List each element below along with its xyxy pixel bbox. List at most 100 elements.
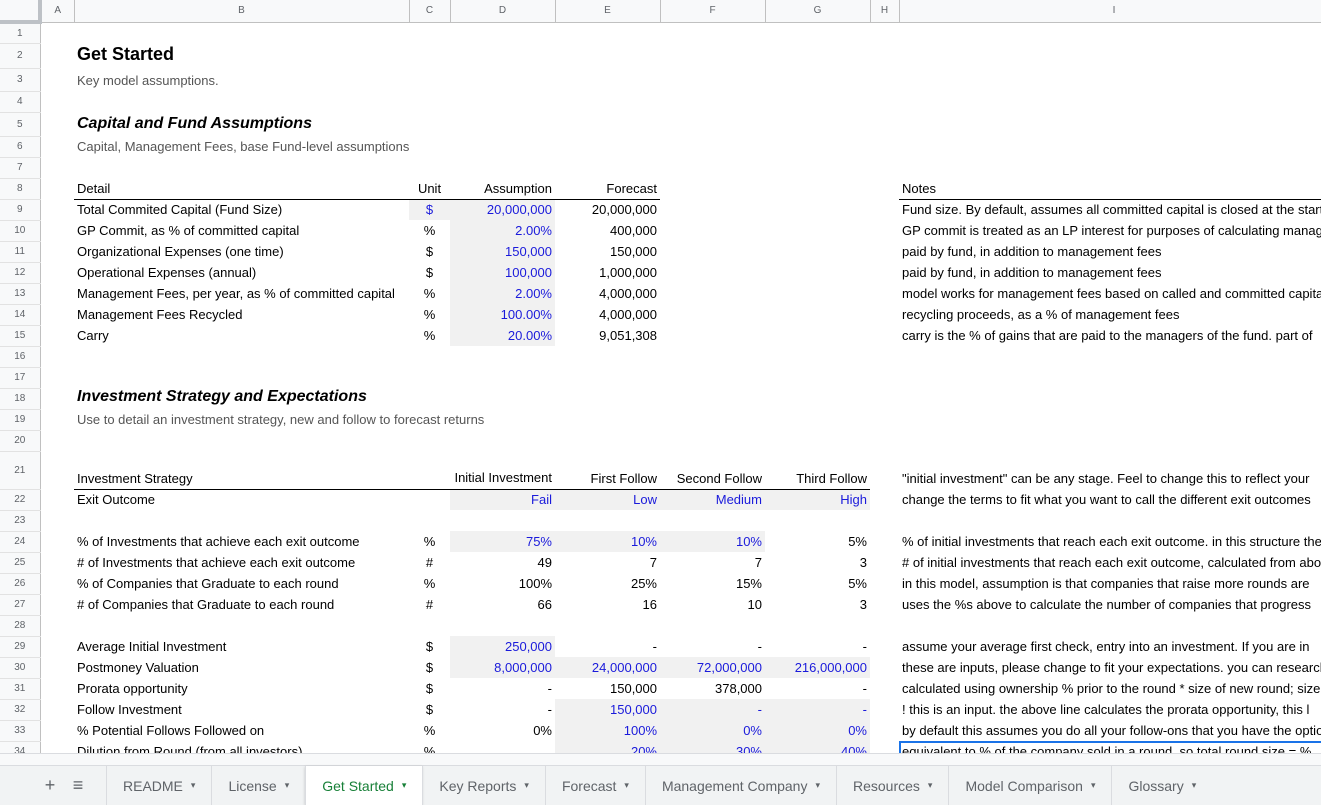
cell-G33[interactable]: 0% [765, 720, 870, 741]
cell-I18[interactable] [899, 388, 1321, 409]
cell-E11[interactable]: 150,000 [555, 241, 660, 262]
cell-A22[interactable] [40, 489, 74, 510]
cell-B26[interactable]: % of Companies that Graduate to each rou… [74, 573, 409, 594]
cell-D30[interactable]: 8,000,000 [450, 657, 555, 678]
cell-E28[interactable] [555, 615, 660, 636]
cell-H19[interactable] [870, 409, 899, 430]
cell-I31[interactable]: calculated using ownership % prior to th… [899, 678, 1321, 699]
sheet-tab-glossary[interactable]: Glossary ▾ [1111, 766, 1212, 805]
cell-B33[interactable]: % Potential Follows Followed on [74, 720, 409, 741]
cell-H33[interactable] [870, 720, 899, 741]
cell-E16[interactable] [555, 346, 660, 367]
cell-H4[interactable] [870, 91, 899, 112]
cell-E10[interactable]: 400,000 [555, 220, 660, 241]
row-header[interactable]: 2 [0, 43, 41, 69]
cell-I28[interactable] [899, 615, 1321, 636]
row-header[interactable]: 24 [0, 531, 41, 553]
cell-A7[interactable] [40, 157, 74, 178]
cell-I1[interactable] [899, 22, 1321, 43]
cell-C7[interactable] [409, 157, 450, 178]
cell-G25[interactable]: 3 [765, 552, 870, 573]
cell-A29[interactable] [40, 636, 74, 657]
cell-I4[interactable] [899, 91, 1321, 112]
cell-F1[interactable] [660, 22, 765, 43]
cell-G23[interactable] [765, 510, 870, 531]
cell-I33[interactable]: by default this assumes you do all your … [899, 720, 1321, 741]
cell-I32[interactable]: ! this is an input. the above line calcu… [899, 699, 1321, 720]
cell-A26[interactable] [40, 573, 74, 594]
cell-D11[interactable]: 150,000 [450, 241, 555, 262]
row-header[interactable]: 25 [0, 552, 41, 574]
cell-B29[interactable]: Average Initial Investment [74, 636, 409, 657]
cell-B23[interactable] [74, 510, 409, 531]
row-header[interactable]: 26 [0, 573, 41, 595]
cell-E6[interactable] [555, 136, 660, 157]
row-header[interactable]: 11 [0, 241, 41, 263]
cell-F12[interactable] [660, 262, 765, 283]
cell-B2[interactable]: Get Started [74, 43, 409, 68]
cell-D14[interactable]: 100.00% [450, 304, 555, 325]
cell-H11[interactable] [870, 241, 899, 262]
cell-I19[interactable] [899, 409, 1321, 430]
cell-H5[interactable] [870, 112, 899, 136]
cell-H27[interactable] [870, 594, 899, 615]
cell-A12[interactable] [40, 262, 74, 283]
cell-F16[interactable] [660, 346, 765, 367]
cell-G5[interactable] [765, 112, 870, 136]
cell-H25[interactable] [870, 552, 899, 573]
cell-G16[interactable] [765, 346, 870, 367]
cell-H23[interactable] [870, 510, 899, 531]
cell-D7[interactable] [450, 157, 555, 178]
row-header[interactable]: 32 [0, 699, 41, 721]
cell-B11[interactable]: Organizational Expenses (one time) [74, 241, 409, 262]
cell-I11[interactable]: paid by fund, in addition to management … [899, 241, 1321, 262]
cell-G6[interactable] [765, 136, 870, 157]
cell-A24[interactable] [40, 531, 74, 552]
row-header[interactable]: 20 [0, 430, 41, 452]
cell-B17[interactable] [74, 367, 409, 388]
row-header[interactable]: 3 [0, 68, 41, 92]
cell-B7[interactable] [74, 157, 409, 178]
cell-A28[interactable] [40, 615, 74, 636]
sheet-tab-readme[interactable]: README ▾ [106, 766, 211, 805]
row-header[interactable]: 22 [0, 489, 41, 511]
cell-I12[interactable]: paid by fund, in addition to management … [899, 262, 1321, 283]
add-sheet-button[interactable]: + [36, 766, 64, 805]
cell-I3[interactable] [899, 68, 1321, 91]
cell-C23[interactable] [409, 510, 450, 531]
cell-E5[interactable] [555, 112, 660, 136]
cell-I30[interactable]: these are inputs, please change to fit y… [899, 657, 1321, 678]
chevron-down-icon[interactable]: ▾ [1091, 780, 1096, 791]
spreadsheet-grid[interactable]: A B C D E F G H I 1 2 Get Started 3 Key model assumpt… [0, 0, 1321, 753]
cell-G4[interactable] [765, 91, 870, 112]
cell-E26[interactable]: 25% [555, 573, 660, 594]
chevron-down-icon[interactable]: ▾ [191, 780, 196, 791]
cell-I26[interactable]: in this model, assumption is that compan… [899, 573, 1321, 594]
cell-B24[interactable]: % of Investments that achieve each exit … [74, 531, 409, 552]
cell-E30[interactable]: 24,000,000 [555, 657, 660, 678]
cell-E32[interactable]: 150,000 [555, 699, 660, 720]
cell-B3[interactable]: Key model assumptions. [74, 68, 409, 91]
cell-I9[interactable]: Fund size. By default, assumes all commi… [899, 199, 1321, 220]
cell-H9[interactable] [870, 199, 899, 220]
column-header-G[interactable]: G [765, 0, 871, 23]
cell-C21[interactable] [409, 451, 450, 490]
cell-D5[interactable] [450, 112, 555, 136]
cell-I13[interactable]: model works for management fees based on… [899, 283, 1321, 304]
cell-G20[interactable] [765, 430, 870, 451]
cell-A21[interactable] [40, 451, 74, 489]
cell-F3[interactable] [660, 68, 765, 91]
cell-E31[interactable]: 150,000 [555, 678, 660, 699]
cell-H7[interactable] [870, 157, 899, 178]
cell-F14[interactable] [660, 304, 765, 325]
cell-D15[interactable]: 20.00% [450, 325, 555, 346]
row-header[interactable]: 6 [0, 136, 41, 158]
cell-D9[interactable]: 20,000,000 [450, 199, 555, 220]
cell-F2[interactable] [660, 43, 765, 68]
chevron-down-icon[interactable]: ▾ [624, 780, 629, 791]
cell-G3[interactable] [765, 68, 870, 91]
cell-A34[interactable] [40, 741, 74, 753]
cell-G12[interactable] [765, 262, 870, 283]
row-header[interactable]: 7 [0, 157, 41, 179]
cell-G18[interactable] [765, 388, 870, 409]
